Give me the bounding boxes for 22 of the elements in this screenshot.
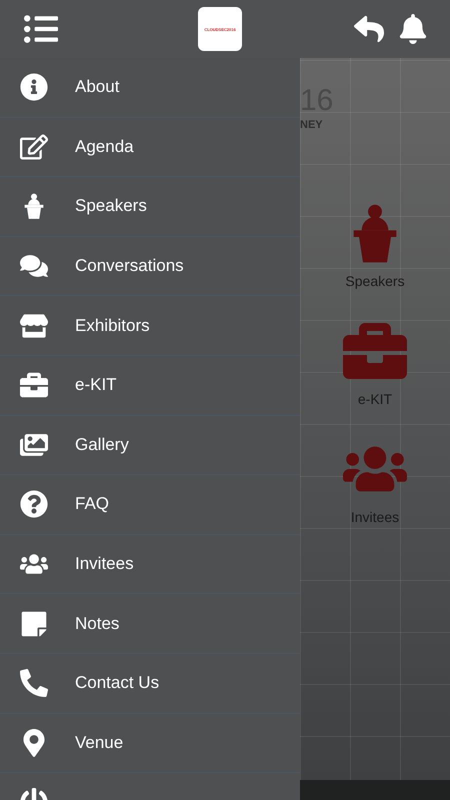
info-icon	[20, 73, 48, 102]
menu-item[interactable]: About	[0, 58, 300, 118]
menu-item[interactable]: Venue	[0, 714, 300, 774]
menu-item[interactable]: Conversations	[0, 236, 300, 296]
menu-item[interactable]: Notes	[0, 594, 300, 654]
edit-icon	[20, 132, 48, 161]
menu-icon[interactable]	[24, 12, 58, 46]
bell-icon[interactable]	[398, 14, 428, 44]
menu-item[interactable]: Gallery	[0, 416, 300, 476]
back-icon[interactable]	[354, 14, 384, 44]
briefcase-icon	[20, 371, 48, 400]
menu-item[interactable]: Exhibitors	[0, 296, 300, 356]
notepad-icon	[20, 610, 48, 638]
menu-item[interactable]: Contact Us	[0, 654, 300, 714]
menu-item[interactable]: FAQ	[0, 475, 300, 535]
menu-item[interactable]: Speakers	[0, 177, 300, 237]
store-icon	[20, 312, 48, 340]
menu-item[interactable]: Invitees	[0, 534, 300, 594]
help-icon	[20, 490, 48, 518]
menu-item[interactable]: Agenda	[0, 118, 300, 178]
menu-item[interactable]: e-KIT	[0, 356, 300, 416]
phone-icon	[20, 669, 48, 698]
